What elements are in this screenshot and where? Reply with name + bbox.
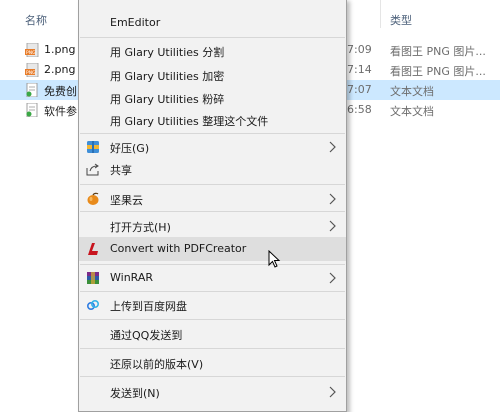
menu-item-label: 好压(G) bbox=[110, 142, 150, 155]
baidu-netdisk-icon bbox=[86, 299, 100, 311]
submenu-arrow-icon bbox=[329, 141, 336, 153]
submenu-arrow-icon bbox=[329, 386, 336, 398]
pdfcreator-icon bbox=[88, 243, 98, 255]
menu-item-restore-versions[interactable]: 还原以前的版本(V) bbox=[79, 351, 346, 375]
submenu-arrow-icon bbox=[329, 193, 336, 205]
column-divider[interactable] bbox=[380, 0, 381, 28]
context-menu: EmEditor 用 Glary Utilities 分割 用 Glary Ut… bbox=[78, 0, 347, 412]
menu-item-baidu-netdisk[interactable]: 上传到百度网盘 bbox=[79, 293, 346, 317]
file-modified-time: 7:14 bbox=[347, 63, 372, 76]
file-type: 文本文档 bbox=[390, 105, 434, 118]
menu-separator bbox=[80, 184, 345, 185]
menu-item-label: 发送到(N) bbox=[110, 387, 160, 400]
file-type: 看图王 PNG 图片... bbox=[390, 65, 486, 78]
winrar-icon bbox=[87, 272, 99, 284]
menu-separator bbox=[80, 319, 345, 320]
menu-separator bbox=[80, 291, 345, 292]
menu-item-emeditor[interactable]: EmEditor bbox=[79, 11, 346, 35]
menu-item-label: Convert with PDFCreator bbox=[110, 242, 247, 255]
text-file-icon bbox=[26, 103, 38, 117]
menu-item-label: EmEditor bbox=[110, 16, 161, 29]
column-header-type[interactable]: 类型 bbox=[390, 12, 412, 28]
menu-item-label: 上传到百度网盘 bbox=[110, 300, 187, 313]
file-name: 2.png bbox=[44, 63, 76, 76]
menu-item-label: 通过QQ发送到 bbox=[110, 329, 183, 342]
menu-item-pdfcreator[interactable]: Convert with PDFCreator bbox=[79, 237, 346, 261]
menu-separator bbox=[80, 376, 345, 377]
svg-text:PNG: PNG bbox=[26, 50, 36, 56]
menu-item-haozip[interactable]: 好压(G) bbox=[79, 135, 346, 159]
menu-item-label: 用 Glary Utilities 加密 bbox=[110, 70, 225, 83]
menu-item-jianguoyun[interactable]: 坚果云 bbox=[79, 187, 346, 211]
menu-item-winrar[interactable]: WinRAR bbox=[79, 266, 346, 290]
file-modified-time: 7:07 bbox=[347, 83, 372, 96]
column-header-name[interactable]: 名称 bbox=[25, 12, 47, 28]
menu-item-label: 共享 bbox=[110, 164, 132, 177]
menu-item-label: 还原以前的版本(V) bbox=[110, 358, 204, 371]
menu-separator bbox=[80, 133, 345, 134]
file-modified-time: 7:09 bbox=[347, 43, 372, 56]
menu-item-send-via-qq[interactable]: 通过QQ发送到 bbox=[79, 322, 346, 346]
menu-item-glary-shred[interactable]: 用 Glary Utilities 粉碎 bbox=[79, 86, 346, 110]
menu-item-label: 坚果云 bbox=[110, 194, 143, 207]
menu-item-glary-split[interactable]: 用 Glary Utilities 分割 bbox=[79, 39, 346, 63]
svg-text:PNG: PNG bbox=[26, 70, 36, 76]
file-name: 软件参 bbox=[44, 105, 77, 118]
menu-separator bbox=[80, 264, 345, 265]
text-file-icon bbox=[26, 83, 38, 97]
menu-item-glary-defrag[interactable]: 用 Glary Utilities 整理这个文件 bbox=[79, 108, 346, 132]
menu-item-share[interactable]: 共享 bbox=[79, 157, 346, 181]
share-icon bbox=[86, 163, 99, 176]
png-file-icon: PNG bbox=[25, 43, 39, 57]
menu-item-label: 用 Glary Utilities 粉碎 bbox=[110, 93, 225, 106]
menu-item-label: 用 Glary Utilities 分割 bbox=[110, 46, 225, 59]
menu-item-send-to[interactable]: 发送到(N) bbox=[79, 380, 346, 404]
png-file-icon: PNG bbox=[25, 63, 39, 77]
jianguoyun-icon bbox=[87, 192, 99, 205]
submenu-arrow-icon bbox=[329, 220, 336, 232]
file-type: 看图王 PNG 图片... bbox=[390, 45, 486, 58]
menu-separator bbox=[80, 211, 345, 212]
submenu-arrow-icon bbox=[329, 272, 336, 284]
menu-item-open-with[interactable]: 打开方式(H) bbox=[79, 214, 346, 238]
menu-item-label: 打开方式(H) bbox=[110, 221, 171, 234]
file-name: 1.png bbox=[44, 43, 76, 56]
haozip-icon bbox=[87, 141, 99, 153]
file-modified-time: 6:58 bbox=[347, 103, 372, 116]
menu-item-label: 用 Glary Utilities 整理这个文件 bbox=[110, 115, 269, 128]
menu-item-label: WinRAR bbox=[110, 271, 154, 284]
file-name: 免费创 bbox=[44, 85, 77, 98]
menu-item-glary-encrypt[interactable]: 用 Glary Utilities 加密 bbox=[79, 63, 346, 87]
mouse-pointer-icon bbox=[268, 250, 281, 268]
file-type: 文本文档 bbox=[390, 85, 434, 98]
menu-separator bbox=[80, 348, 345, 349]
menu-separator bbox=[80, 37, 345, 38]
